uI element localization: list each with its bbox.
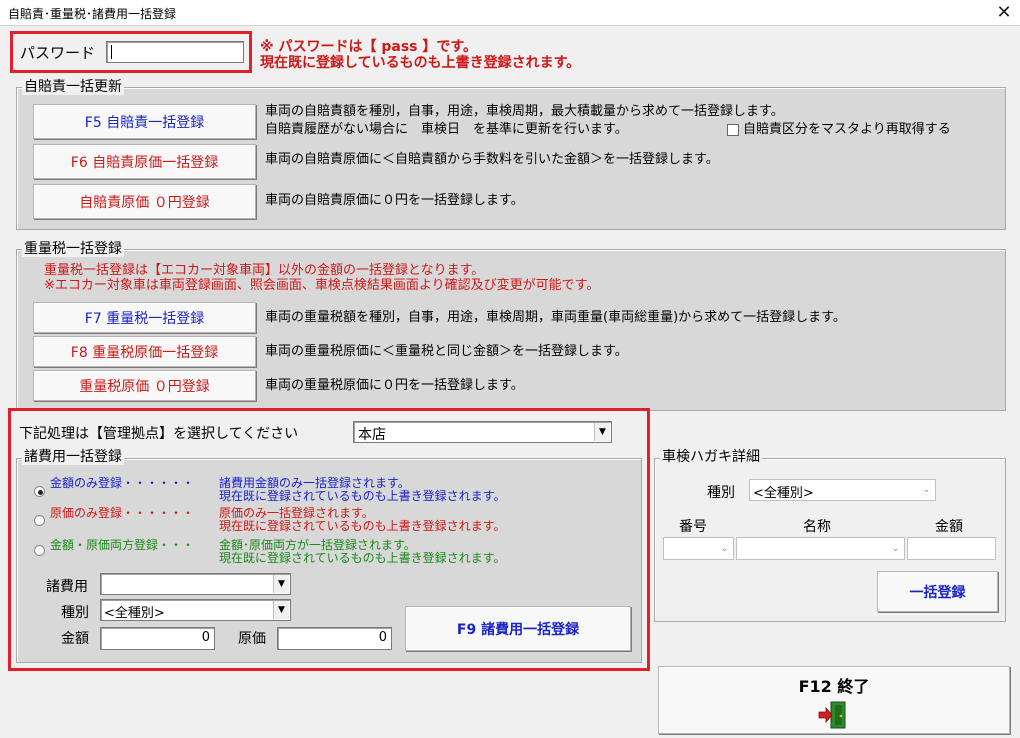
jibaiseki-reload-checkbox[interactable]: [727, 124, 739, 136]
shohiyo-select[interactable]: ▼: [100, 573, 291, 595]
meisho-select[interactable]: ⌄: [736, 537, 905, 560]
chevron-down-icon[interactable]: ⌄: [717, 539, 732, 558]
radio-both[interactable]: [34, 545, 45, 556]
option-genka-desc-1: 原価のみ一括登録されます。: [219, 506, 374, 520]
option-kingaku-label[interactable]: 金額のみ登録・・・・・・: [50, 476, 194, 490]
chevron-down-icon[interactable]: ▼: [594, 423, 610, 441]
juryozei-zero-desc: 車両の重量税原価に０円を一括登録します。: [265, 378, 524, 393]
juryozei-legend: 重量税一括登録: [22, 241, 124, 257]
shubetsu-select[interactable]: <全種別> ▼: [100, 599, 291, 621]
jibaiseki-f5-desc-1: 車両の自賠責額を種別，自事，用途，車検周期，最大積載量から求めて一括登録します。: [265, 104, 784, 119]
option-kingaku-desc-2: 現在既に登録されているものも上書き登録されます。: [219, 489, 506, 503]
exit-label: F12 終了: [798, 677, 870, 696]
jibaiseki-legend: 自賠責一括更新: [22, 79, 124, 95]
text-cursor: [111, 45, 112, 59]
shubetsu-select-value: <全種別>: [104, 606, 165, 621]
juryozei-warning-2: ※エコカー対象車は車両登録画面、照会画面、車検点検結果画面より確認及び変更が可能…: [44, 278, 600, 293]
radio-kingaku-only[interactable]: [34, 486, 45, 497]
password-label: パスワード: [20, 44, 96, 62]
f9-shohiyo-button[interactable]: F9 諸費用一括登録: [405, 606, 631, 651]
title-bar: 自賠責･重量税･諸費用一括登録 ✕: [0, 0, 1020, 26]
kingaku-input[interactable]: 0: [100, 627, 215, 650]
shaken-shubetsu-value: <全種別>: [753, 486, 814, 501]
shohiyo-legend: 諸費用一括登録: [22, 449, 124, 465]
bango-label: 番号: [679, 519, 707, 535]
option-genka-label[interactable]: 原価のみ登録・・・・・・: [50, 506, 194, 520]
f12-exit-button[interactable]: F12 終了: [658, 666, 1010, 734]
f6-jibaiseki-genka-button[interactable]: F6 自賠責原価一括登録: [33, 144, 256, 179]
bango-select[interactable]: ⌄: [663, 537, 734, 560]
genka-label: 原価: [238, 631, 266, 647]
juryozei-f7-desc: 車両の重量税額を種別，自事，用途，車検周期，車両重量(車両総重量)から求めて一括…: [265, 310, 846, 325]
jibaiseki-f5-desc-2: 自賠責履歴がない場合に 車検日 を基準に更新を行います。: [265, 122, 628, 137]
meisho-label: 名称: [803, 519, 831, 535]
kyoten-select[interactable]: 本店 ▼: [353, 421, 612, 443]
juryozei-zero-button[interactable]: 重量税原価 ０円登録: [33, 370, 256, 401]
juryozei-f8-desc: 車両の重量税原価に＜重量税と同じ金額＞を一括登録します。: [265, 344, 628, 359]
jibaiseki-reload-label[interactable]: 自賠責区分をマスタより再取得する: [743, 121, 951, 139]
chevron-down-icon[interactable]: ▼: [273, 575, 289, 593]
kyoten-value: 本店: [358, 427, 386, 443]
radio-genka-only[interactable]: [34, 515, 45, 526]
f5-jibaiseki-button[interactable]: F5 自賠責一括登録: [33, 104, 256, 139]
password-input[interactable]: [106, 41, 244, 63]
kyoten-label: 下記処理は【管理拠点】を選択してください: [19, 426, 299, 442]
shaken-bulk-button[interactable]: 一括登録: [877, 571, 998, 612]
f7-juryozei-button[interactable]: F7 重量税一括登録: [33, 302, 256, 333]
shaken-shubetsu-label: 種別: [707, 485, 735, 501]
close-icon[interactable]: ✕: [988, 0, 1020, 26]
shaken-kingaku-label: 金額: [935, 519, 963, 535]
jibaiseki-zero-desc: 車両の自賠責原価に０円を一括登録します。: [265, 193, 524, 208]
chevron-down-icon[interactable]: ⌄: [919, 481, 934, 499]
window-title: 自賠責･重量税･諸費用一括登録: [8, 7, 177, 21]
genka-input[interactable]: 0: [277, 627, 392, 650]
option-both-desc-2: 現在既に登録されているものも上書き登録されます。: [219, 551, 506, 565]
chevron-down-icon[interactable]: ▼: [273, 601, 289, 619]
option-both-label[interactable]: 金額・原価両方登録・・・: [50, 538, 194, 552]
shaken-shubetsu-select[interactable]: <全種別> ⌄: [749, 479, 936, 501]
kingaku-label: 金額: [61, 631, 89, 647]
chevron-down-icon[interactable]: ⌄: [888, 539, 903, 558]
shaken-kingaku-input[interactable]: [907, 537, 996, 560]
option-genka-desc-2: 現在既に登録されているものも上書き登録されます。: [219, 519, 506, 533]
jibaiseki-zero-button[interactable]: 自賠責原価 ０円登録: [33, 184, 256, 219]
exit-door-icon: [818, 701, 846, 729]
shohiyo-field-label: 諸費用: [46, 579, 88, 595]
option-both-desc-1: 金額･原価両方が一括登録されます。: [219, 538, 416, 552]
option-kingaku-desc-1: 諸費用金額のみ一括登録されます。: [219, 476, 410, 490]
shaken-legend: 車検ハガキ詳細: [660, 449, 762, 465]
password-note-2: 現在既に登録しているものも上書き登録されます。: [260, 55, 581, 71]
f8-juryozei-genka-button[interactable]: F8 重量税原価一括登録: [33, 336, 256, 367]
shubetsu-label: 種別: [61, 605, 89, 621]
jibaiseki-f6-desc: 車両の自賠責原価に＜自賠責額から手数料を引いた金額＞を一括登録します。: [265, 152, 719, 167]
